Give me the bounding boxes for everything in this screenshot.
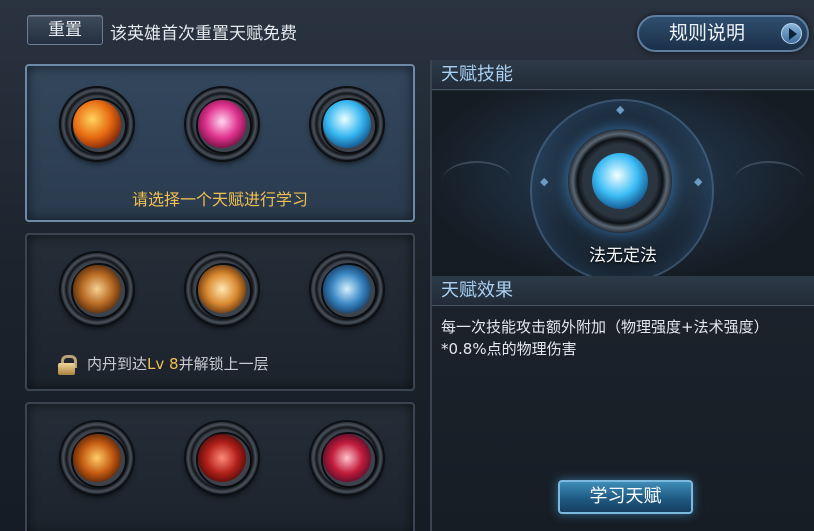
right-ornament <box>734 161 804 201</box>
talent-tier-2: 内丹到达Lv 8并解锁上一层 <box>25 233 415 391</box>
play-arrow-icon <box>781 23 802 44</box>
skill-name: 法无定法 <box>589 246 657 266</box>
golden-sword-icon[interactable] <box>186 253 258 325</box>
lock-icon <box>57 355 77 375</box>
fire-fist-icon[interactable] <box>61 88 133 160</box>
talent-tier-1: 请选择一个天赋进行学习 <box>25 64 415 222</box>
pink-sword-icon[interactable] <box>186 88 258 160</box>
rune-glyph-top-icon: ◆ <box>616 103 625 116</box>
red-dragon-icon[interactable] <box>311 422 383 494</box>
talent-tier-3 <box>25 402 415 531</box>
blue-blade-icon[interactable] <box>311 253 383 325</box>
left-ornament <box>442 161 512 201</box>
unlock-text: 内丹到达Lv 8并解锁上一层 <box>87 355 269 373</box>
reset-button[interactable]: 重置 <box>27 15 103 45</box>
top-bar: 重置 该英雄首次重置天赋免费 规则说明 <box>0 0 814 58</box>
learn-talent-button[interactable]: 学习天赋 <box>558 480 693 514</box>
select-prompt: 请选择一个天赋进行学习 <box>131 190 308 209</box>
red-spear-icon[interactable] <box>186 422 258 494</box>
effect-header: 天赋效果 <box>432 276 814 306</box>
rune-glyph-right-icon: ◆ <box>694 175 703 188</box>
skill-showcase: ◆ ◆ ◆ 法无定法 <box>432 91 814 276</box>
ice-blade-icon[interactable] <box>311 88 383 160</box>
rune-glyph-left-icon: ◆ <box>540 175 549 188</box>
rules-button[interactable]: 规则说明 <box>637 15 809 52</box>
cannon-icon[interactable] <box>61 422 133 494</box>
rules-button-label: 规则说明 <box>669 22 746 44</box>
talent-detail-panel: 天赋技能 ◆ ◆ ◆ 法无定法 天赋效果 每一次技能攻击额外附加（物理强度+法术… <box>430 60 814 531</box>
effect-description: 每一次技能攻击额外附加（物理强度+法术强度）*0.8%点的物理伤害 <box>441 318 769 358</box>
skill-header: 天赋技能 <box>432 60 814 90</box>
reset-note: 该英雄首次重置天赋免费 <box>110 24 297 44</box>
gun-icon[interactable] <box>61 253 133 325</box>
selected-skill-icon <box>568 129 672 233</box>
